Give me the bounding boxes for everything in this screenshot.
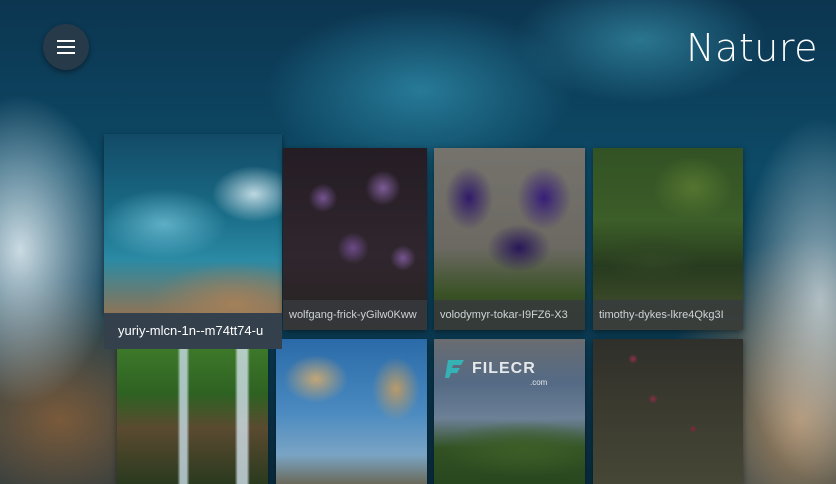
tile-caption: wolfgang-frick-yGilw0Kww bbox=[283, 300, 427, 330]
photo-tile-iris[interactable]: volodymyr-tokar-I9FZ6-X3 bbox=[434, 148, 585, 330]
tile-caption: timothy-dykes-lkre4Qkg3I bbox=[593, 300, 743, 330]
filecr-logo-icon bbox=[445, 360, 464, 378]
forest-waterfall-photo bbox=[117, 345, 268, 484]
photo-tile-joshua-tree[interactable] bbox=[276, 339, 427, 484]
watermark-subtext: .com bbox=[530, 378, 548, 387]
menu-button[interactable] bbox=[43, 24, 89, 70]
photo-tile-forest-lake[interactable]: timothy-dykes-lkre4Qkg3I bbox=[593, 148, 743, 330]
page-title: Nature bbox=[686, 26, 818, 70]
photo-tile-purple-flowers[interactable]: wolfgang-frick-yGilw0Kww bbox=[283, 148, 427, 330]
watermark-text: FILECR bbox=[472, 360, 536, 377]
tile-dim-overlay bbox=[593, 339, 743, 484]
hover-caption-tooltip: yuriy-mlcn-1n--m74tt74-u bbox=[104, 313, 282, 349]
tile-caption: volodymyr-tokar-I9FZ6-X3 bbox=[434, 300, 585, 330]
ocean-waves-photo bbox=[104, 134, 282, 314]
photo-tile-ocean[interactable] bbox=[104, 134, 282, 314]
joshua-tree-photo bbox=[276, 339, 427, 484]
filecr-watermark: FILECR .com bbox=[444, 358, 547, 387]
photo-tile-pink-flower[interactable] bbox=[593, 339, 743, 484]
hamburger-menu-icon bbox=[57, 40, 75, 54]
photo-tile-waterfall[interactable] bbox=[117, 345, 268, 484]
